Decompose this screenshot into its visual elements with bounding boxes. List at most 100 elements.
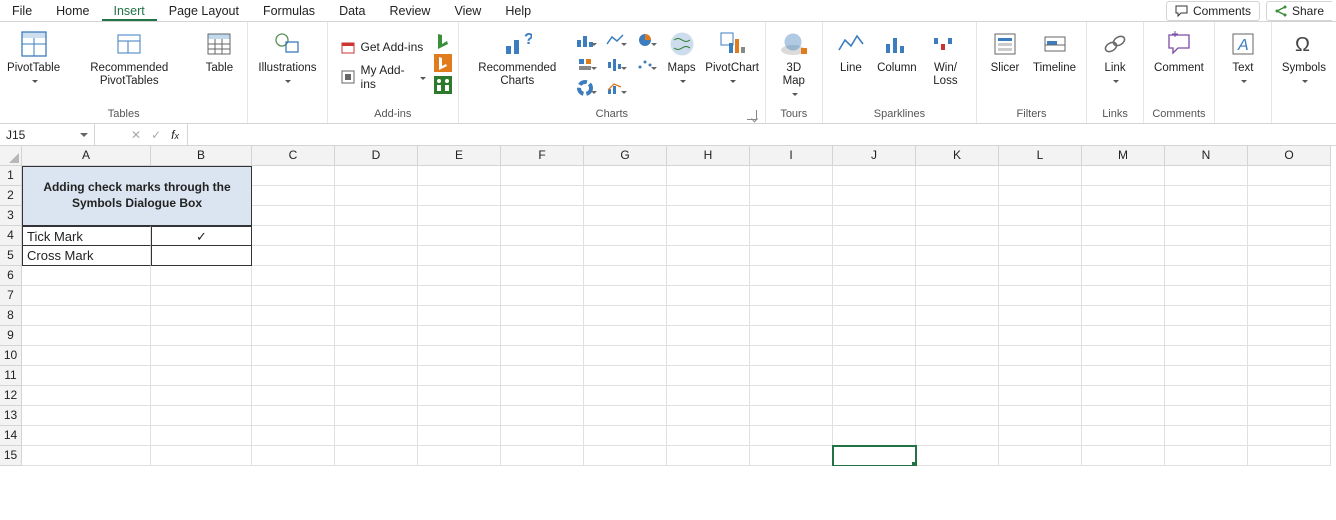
cell[interactable] (750, 266, 833, 286)
cell[interactable] (335, 406, 418, 426)
column-header[interactable]: J (833, 146, 916, 166)
cell[interactable] (667, 386, 750, 406)
cell[interactable] (1248, 186, 1331, 206)
cell[interactable] (501, 306, 584, 326)
column-header[interactable]: I (750, 146, 833, 166)
cell[interactable] (999, 266, 1082, 286)
cell[interactable] (1165, 246, 1248, 266)
cell[interactable] (1248, 426, 1331, 446)
text-button[interactable]: A Text (1221, 26, 1265, 90)
row-header[interactable]: 3 (0, 206, 22, 226)
cell[interactable] (833, 366, 916, 386)
cell[interactable] (999, 326, 1082, 346)
cell[interactable] (667, 366, 750, 386)
tab-formulas[interactable]: Formulas (251, 1, 327, 21)
fx-icon[interactable]: fx (171, 128, 179, 142)
cell[interactable] (750, 306, 833, 326)
column-header[interactable]: K (916, 146, 999, 166)
cell[interactable] (501, 326, 584, 346)
recommended-charts-button[interactable]: ? Recommended Charts (465, 26, 570, 90)
column-header[interactable]: N (1165, 146, 1248, 166)
cell[interactable] (501, 366, 584, 386)
cell[interactable] (1165, 206, 1248, 226)
cell[interactable] (750, 246, 833, 266)
symbols-button[interactable]: Ω Symbols (1278, 26, 1330, 90)
tab-insert[interactable]: Insert (102, 1, 157, 21)
cell[interactable] (252, 206, 335, 226)
row-header[interactable]: 9 (0, 326, 22, 346)
cell[interactable] (999, 346, 1082, 366)
share-button[interactable]: Share (1266, 1, 1332, 21)
charts-launcher[interactable] (747, 110, 757, 120)
cell[interactable] (584, 446, 667, 466)
cell[interactable] (833, 386, 916, 406)
column-header[interactable]: L (999, 146, 1082, 166)
cell[interactable] (335, 186, 418, 206)
cell[interactable] (584, 426, 667, 446)
cell[interactable] (1165, 226, 1248, 246)
cell[interactable] (418, 266, 501, 286)
cell[interactable] (151, 326, 252, 346)
cell[interactable] (252, 286, 335, 306)
tab-help[interactable]: Help (493, 1, 543, 21)
cell[interactable] (501, 206, 584, 226)
cell[interactable] (418, 206, 501, 226)
cell[interactable] (916, 306, 999, 326)
cell[interactable] (252, 386, 335, 406)
cell[interactable] (584, 186, 667, 206)
line-chart-button[interactable] (602, 30, 628, 50)
cell[interactable] (1165, 266, 1248, 286)
column-header[interactable]: C (252, 146, 335, 166)
row-header[interactable]: 5 (0, 246, 22, 266)
merged-title-cell[interactable]: Adding check marks through the Symbols D… (22, 166, 252, 226)
cell[interactable] (750, 206, 833, 226)
cell[interactable] (501, 166, 584, 186)
cell[interactable] (584, 166, 667, 186)
cell[interactable] (335, 326, 418, 346)
cell[interactable] (667, 446, 750, 466)
cell[interactable] (151, 306, 252, 326)
cell[interactable] (22, 266, 151, 286)
cell[interactable] (916, 286, 999, 306)
cell[interactable] (916, 346, 999, 366)
column-header[interactable]: D (335, 146, 418, 166)
column-header[interactable]: O (1248, 146, 1331, 166)
cell[interactable] (750, 406, 833, 426)
cell[interactable] (916, 206, 999, 226)
cell[interactable] (999, 186, 1082, 206)
cell[interactable] (667, 306, 750, 326)
cell[interactable]: Tick Mark (22, 226, 151, 246)
cell[interactable] (335, 386, 418, 406)
cell[interactable] (584, 326, 667, 346)
row-header[interactable]: 7 (0, 286, 22, 306)
cell[interactable] (1248, 326, 1331, 346)
cell[interactable] (151, 286, 252, 306)
cell[interactable] (916, 386, 999, 406)
cell[interactable] (501, 446, 584, 466)
cell[interactable] (750, 446, 833, 466)
cell[interactable] (999, 226, 1082, 246)
cell[interactable] (750, 286, 833, 306)
cell[interactable] (916, 246, 999, 266)
cell[interactable] (418, 366, 501, 386)
cell[interactable] (916, 166, 999, 186)
cell[interactable] (833, 226, 916, 246)
cell[interactable] (1248, 406, 1331, 426)
select-all-corner[interactable] (0, 146, 22, 166)
bing-orange-icon[interactable] (434, 54, 452, 72)
cell[interactable] (833, 346, 916, 366)
cell[interactable] (335, 246, 418, 266)
cell[interactable] (1165, 426, 1248, 446)
cell[interactable] (335, 166, 418, 186)
cell[interactable] (833, 266, 916, 286)
scatter-chart-button[interactable] (632, 54, 658, 74)
combo-chart-button[interactable] (602, 78, 628, 98)
cell[interactable] (501, 246, 584, 266)
cell[interactable] (667, 406, 750, 426)
cell[interactable] (1165, 406, 1248, 426)
cell[interactable] (1248, 266, 1331, 286)
cell[interactable] (252, 266, 335, 286)
cell[interactable] (916, 326, 999, 346)
row-header[interactable]: 8 (0, 306, 22, 326)
row-header[interactable]: 13 (0, 406, 22, 426)
